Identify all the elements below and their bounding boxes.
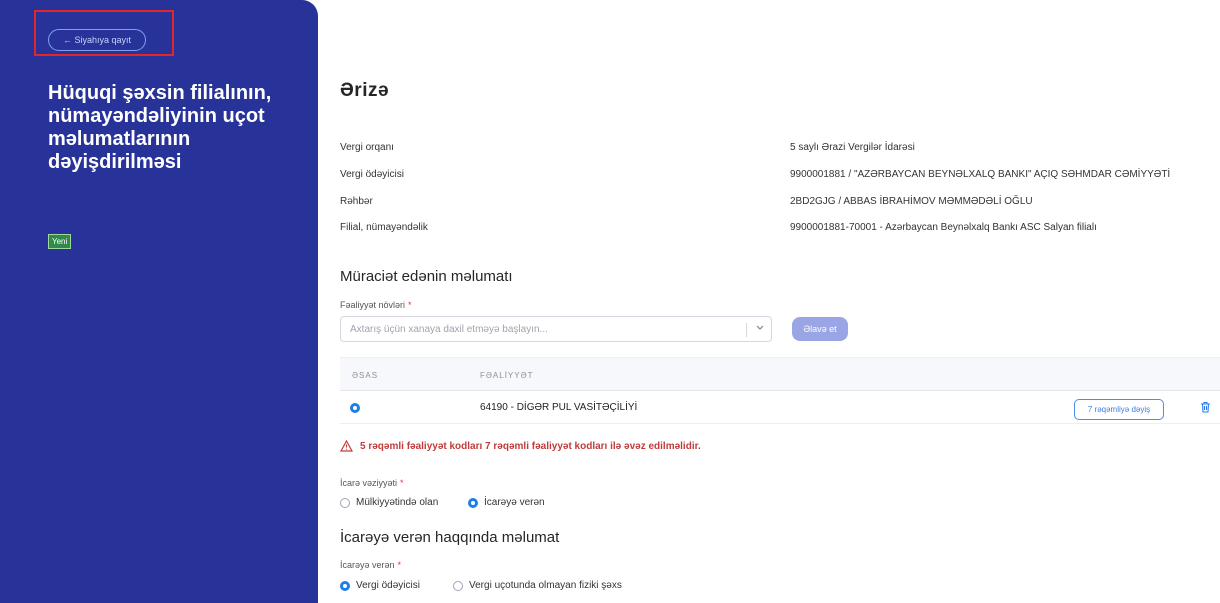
back-to-list-button[interactable]: ← Siyahıya qayıt <box>48 29 146 51</box>
info-label: Vergi ödəyicisi <box>340 169 404 180</box>
info-label: Filial, nümayəndəlik <box>340 222 428 233</box>
lessor-section-title: İcarəyə verən haqqında məlumat <box>340 529 560 546</box>
rent-status-label: İcarə vəziyyəti * <box>340 478 404 488</box>
activity-types-label: Fəaliyyət növləri * <box>340 300 412 310</box>
warning-text: 5 rəqəmli fəaliyyət kodları 7 rəqəmli fə… <box>360 441 701 452</box>
page-title: Ərizə <box>340 80 390 101</box>
activity-search-placeholder: Axtarış üçün xanaya daxil etməyə başlayı… <box>350 323 548 335</box>
info-label: Rəhbər <box>340 196 373 207</box>
radio-unregistered-person[interactable] <box>453 581 463 591</box>
lessor-label: İcarəyə verən * <box>340 560 401 570</box>
radio-unregistered-person-label: Vergi uçotunda olmayan fiziki şəxs <box>469 580 622 591</box>
status-badge: Yeni <box>48 234 72 249</box>
trash-icon[interactable] <box>1200 400 1211 418</box>
info-value: 5 saylı Ərazi Vergilər İdarəsi <box>790 142 915 153</box>
info-value: 9900001881-70001 - Azərbaycan Beynəlxalq… <box>790 222 1097 233</box>
radio-taxpayer-label: Vergi ödəyicisi <box>356 580 420 591</box>
radio-owned[interactable] <box>340 498 350 508</box>
main-activity-radio[interactable] <box>350 403 360 413</box>
sidebar: ← Siyahıya qayıt Hüquqi şəxsin filialını… <box>0 0 318 603</box>
lessor-label-text: İcarəyə verən <box>340 560 395 570</box>
main-content: Ərizə Vergi orqanı 5 saylı Ərazi Vergilə… <box>339 0 1220 603</box>
application-type-title: Hüquqi şəxsin filialının, nümayəndəliyin… <box>48 82 272 173</box>
column-header-activity: FƏALİYYƏT <box>480 371 534 380</box>
change-to-7-digit-button[interactable]: 7 rəqəmliyə dəyiş <box>1074 399 1164 420</box>
required-mark: * <box>408 300 412 310</box>
activity-search-select[interactable]: Axtarış üçün xanaya daxil etməyə başlayı… <box>340 316 772 342</box>
radio-lessor-label: İcarəyə verən <box>484 497 545 508</box>
required-mark: * <box>400 478 404 488</box>
warning-triangle-icon <box>339 439 354 455</box>
activity-table-header: ƏSAS FƏALİYYƏT <box>340 357 1220 391</box>
activity-types-label-text: Fəaliyyət növləri <box>340 300 406 310</box>
radio-taxpayer[interactable] <box>340 581 350 591</box>
select-separator <box>746 323 747 337</box>
table-row: 64190 - DİGƏR PUL VASİTƏÇİLİYİ 7 rəqəmli… <box>340 391 1220 424</box>
radio-owned-label: Mülkiyyətində olan <box>356 497 439 508</box>
info-value: 9900001881 / "AZƏRBAYCAN BEYNƏLXALQ BANK… <box>790 169 1171 180</box>
column-header-main: ƏSAS <box>352 371 379 380</box>
applicant-section-title: Müraciət edənin məlumatı <box>340 268 513 285</box>
back-to-list-label: ← Siyahıya qayıt <box>62 35 132 45</box>
chevron-down-icon[interactable] <box>755 322 765 335</box>
info-label: Vergi orqanı <box>340 142 394 153</box>
required-mark: * <box>397 560 402 570</box>
add-activity-button[interactable]: Əlavə et <box>792 317 848 341</box>
rent-status-label-text: İcarə vəziyyəti <box>340 478 398 488</box>
activity-cell: 64190 - DİGƏR PUL VASİTƏÇİLİYİ <box>480 402 638 413</box>
radio-lessor[interactable] <box>468 498 478 508</box>
info-value: 2BD2GJG / ABBAS İBRAHİMOV MƏMMƏDƏLİ OĞLU <box>790 196 1033 207</box>
